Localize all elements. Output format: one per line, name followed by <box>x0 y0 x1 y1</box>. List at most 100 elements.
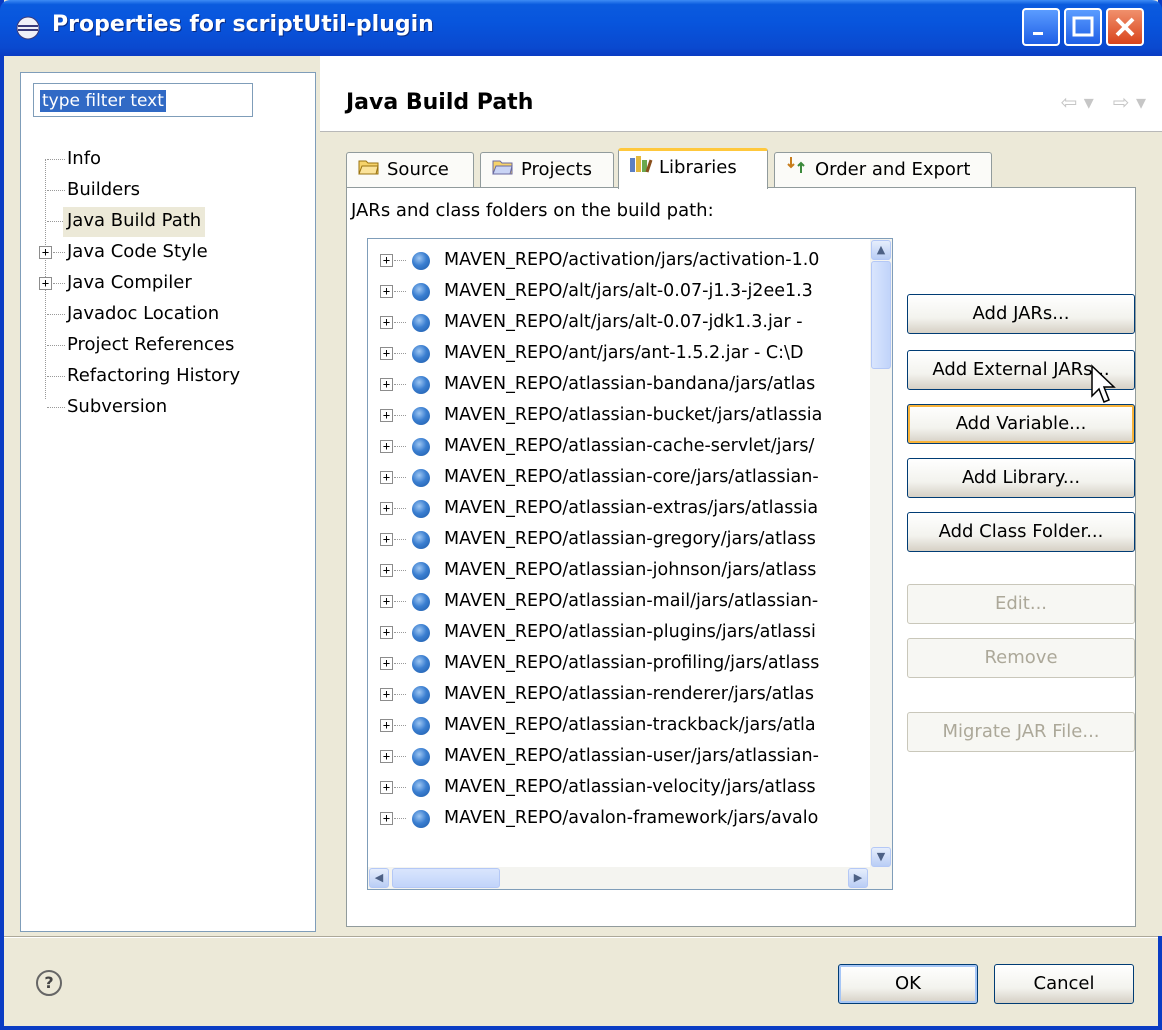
remove-button[interactable]: Remove <box>907 638 1135 678</box>
expand-icon[interactable]: + <box>380 564 393 577</box>
expand-icon[interactable]: + <box>39 246 52 259</box>
tab-source[interactable]: Source <box>346 152 474 188</box>
nav-item-refactoring-history[interactable]: Refactoring History <box>63 362 244 392</box>
list-item[interactable]: + MAVEN_REPO/avalon-framework/jars/avalo <box>368 803 864 834</box>
horizontal-scroll-thumb[interactable] <box>392 868 500 888</box>
scroll-down-icon[interactable]: ▼ <box>871 847 891 867</box>
expand-icon[interactable]: + <box>380 316 393 329</box>
tab-projects[interactable]: Projects <box>480 152 614 188</box>
forward-arrow-icon[interactable]: ⇨ ▾ <box>1113 90 1146 114</box>
expand-icon[interactable]: + <box>39 277 52 290</box>
expand-icon[interactable]: + <box>380 657 393 670</box>
add-class-folder-button[interactable]: Add Class Folder... <box>907 512 1135 552</box>
close-button[interactable] <box>1106 8 1144 46</box>
nav-item-java-compiler[interactable]: Java Compiler <box>63 269 196 299</box>
scroll-right-icon[interactable]: ▶ <box>848 868 868 888</box>
expand-icon[interactable]: + <box>380 378 393 391</box>
classpath-variable-icon <box>412 469 430 487</box>
nav-item-subversion[interactable]: Subversion <box>63 393 171 423</box>
nav-item-info[interactable]: Info <box>63 145 105 175</box>
list-item[interactable]: + MAVEN_REPO/atlassian-extras/jars/atlass… <box>368 493 864 524</box>
maximize-icon <box>1072 16 1094 37</box>
nav-item-builders[interactable]: Builders <box>63 176 144 206</box>
expand-icon[interactable]: + <box>380 626 393 639</box>
classpath-variable-icon <box>412 624 430 642</box>
expand-icon[interactable]: + <box>380 502 393 515</box>
list-item[interactable]: + MAVEN_REPO/atlassian-bandana/jars/atlas <box>368 369 864 400</box>
expand-icon[interactable]: + <box>380 347 393 360</box>
expand-icon[interactable]: + <box>380 440 393 453</box>
classpath-variable-icon <box>412 500 430 518</box>
list-item[interactable]: + MAVEN_REPO/atlassian-core/jars/atlassia… <box>368 462 864 493</box>
expand-icon[interactable]: + <box>380 750 393 763</box>
content-pane: Java Build Path ⇦ ▾ ⇨ ▾ Source Projects <box>320 56 1162 936</box>
expand-icon[interactable]: + <box>380 254 393 267</box>
classpath-variable-icon <box>412 283 430 301</box>
minimize-button[interactable] <box>1022 8 1060 46</box>
list-item[interactable]: + MAVEN_REPO/atlassian-plugins/jars/atlas… <box>368 617 864 648</box>
list-item[interactable]: + MAVEN_REPO/alt/jars/alt-0.07-jdk1.3.jar… <box>368 307 864 338</box>
add-library-button[interactable]: Add Library... <box>907 458 1135 498</box>
list-item[interactable]: + MAVEN_REPO/atlassian-user/jars/atlassia… <box>368 741 864 772</box>
classpath-variable-icon <box>412 376 430 394</box>
list-item[interactable]: + MAVEN_REPO/ant/jars/ant-1.5.2.jar - C:\… <box>368 338 864 369</box>
add-jars-button[interactable]: Add JARs... <box>907 294 1135 334</box>
filter-input[interactable]: type filter text <box>33 83 253 117</box>
list-item[interactable]: + MAVEN_REPO/atlassian-cache-servlet/jars… <box>368 431 864 462</box>
classpath-variable-icon <box>412 779 430 797</box>
classpath-variable-icon <box>412 407 430 425</box>
list-item[interactable]: + MAVEN_REPO/atlassian-trackback/jars/atl… <box>368 710 864 741</box>
migrate-jar-button[interactable]: Migrate JAR File... <box>907 712 1135 752</box>
edit-button[interactable]: Edit... <box>907 584 1135 624</box>
horizontal-scrollbar[interactable]: ◀ ▶ <box>368 867 892 889</box>
title-bar[interactable]: Properties for scriptUtil-plugin <box>0 0 1162 56</box>
vertical-scroll-thumb[interactable] <box>871 261 891 369</box>
expand-icon[interactable]: + <box>380 533 393 546</box>
list-item[interactable]: + MAVEN_REPO/atlassian-renderer/jars/atla… <box>368 679 864 710</box>
classpath-variable-icon <box>412 562 430 580</box>
help-icon[interactable]: ? <box>36 970 62 996</box>
nav-item-java-build-path[interactable]: Java Build Path <box>63 207 206 237</box>
scroll-up-icon[interactable]: ▲ <box>871 240 891 260</box>
expand-icon[interactable]: + <box>380 471 393 484</box>
nav-item-project-references[interactable]: Project References <box>63 331 238 361</box>
nav-item-javadoc-location[interactable]: Javadoc Location <box>63 300 223 330</box>
list-item[interactable]: + MAVEN_REPO/alt/jars/alt-0.07-j1.3-j2ee1… <box>368 276 864 307</box>
tab-libraries[interactable]: Libraries <box>618 148 768 189</box>
expand-icon[interactable]: + <box>380 595 393 608</box>
order-export-icon <box>785 153 809 187</box>
expand-icon[interactable]: + <box>380 812 393 825</box>
back-arrow-icon[interactable]: ⇦ ▾ <box>1061 90 1094 114</box>
source-folder-icon <box>357 153 381 187</box>
list-item[interactable]: + MAVEN_REPO/atlassian-bucket/jars/atlass… <box>368 400 864 431</box>
list-item[interactable]: + MAVEN_REPO/atlassian-gregory/jars/atlas… <box>368 524 864 555</box>
list-item[interactable]: + MAVEN_REPO/atlassian-velocity/jars/atla… <box>368 772 864 803</box>
classpath-variable-icon <box>412 438 430 456</box>
expand-icon[interactable]: + <box>380 409 393 422</box>
list-item[interactable]: + MAVEN_REPO/atlassian-mail/jars/atlassia… <box>368 586 864 617</box>
history-nav: ⇦ ▾ ⇨ ▾ <box>1061 90 1146 114</box>
add-variable-button[interactable]: Add Variable... <box>907 404 1135 444</box>
classpath-variable-icon <box>412 314 430 332</box>
vertical-scrollbar[interactable]: ▲ ▼ <box>870 239 892 869</box>
libraries-list[interactable]: + MAVEN_REPO/activation/jars/activation-1… <box>367 238 893 890</box>
scroll-left-icon[interactable]: ◀ <box>369 868 389 888</box>
maximize-button[interactable] <box>1064 8 1102 46</box>
expand-icon[interactable]: + <box>380 688 393 701</box>
classpath-variable-icon <box>412 810 430 828</box>
close-icon <box>1115 17 1135 37</box>
tab-order-export[interactable]: Order and Export <box>774 152 992 188</box>
nav-item-java-code-style[interactable]: Java Code Style <box>63 238 212 268</box>
list-item[interactable]: + MAVEN_REPO/atlassian-profiling/jars/atl… <box>368 648 864 679</box>
list-item[interactable]: + MAVEN_REPO/activation/jars/activation-1… <box>368 245 864 276</box>
nav-pane: type filter text Info Builders Java Buil… <box>20 72 316 932</box>
cancel-button[interactable]: Cancel <box>994 964 1134 1004</box>
list-item[interactable]: + MAVEN_REPO/atlassian-johnson/jars/atlas… <box>368 555 864 586</box>
ok-button[interactable]: OK <box>838 964 978 1004</box>
expand-icon[interactable]: + <box>380 781 393 794</box>
expand-icon[interactable]: + <box>380 719 393 732</box>
projects-folder-icon <box>491 153 515 187</box>
expand-icon[interactable]: + <box>380 285 393 298</box>
classpath-variable-icon <box>412 686 430 704</box>
minimize-icon <box>1033 32 1043 35</box>
